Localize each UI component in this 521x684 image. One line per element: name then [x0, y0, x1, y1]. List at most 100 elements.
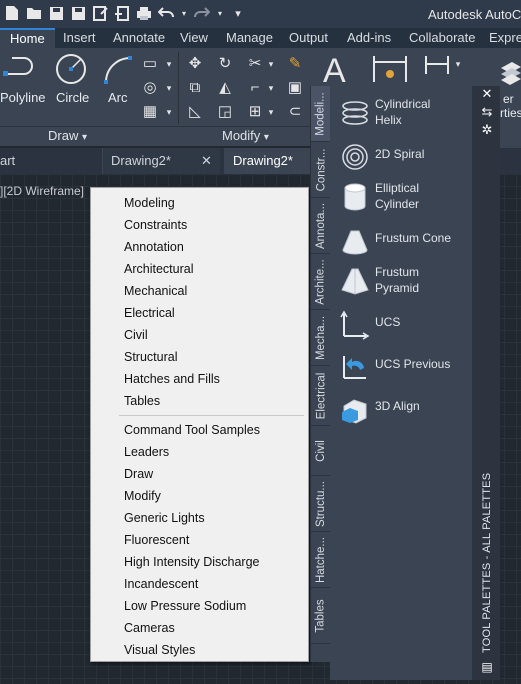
tab-home[interactable]: Home: [0, 28, 55, 48]
save-as-icon[interactable]: [70, 5, 86, 21]
tab-express[interactable]: Expres: [489, 28, 521, 48]
tab-view[interactable]: View: [180, 28, 208, 48]
menu-item-tables[interactable]: Tables: [124, 392, 160, 410]
tab-insert[interactable]: Insert: [63, 28, 96, 48]
tab-add-ins[interactable]: Add-ins: [347, 28, 391, 48]
viewport-label[interactable]: ][2D Wireframe]: [0, 184, 84, 198]
polyline-icon[interactable]: [2, 54, 42, 86]
redo-dropdown-icon[interactable]: ▾: [216, 5, 224, 21]
trim-dropdown-icon[interactable]: ▾: [262, 56, 280, 72]
properties-icon[interactable]: ✲: [480, 123, 494, 137]
arc-button[interactable]: Arc: [108, 90, 128, 105]
circle-button[interactable]: Circle: [56, 90, 89, 105]
plot-icon[interactable]: [136, 5, 152, 21]
panel-title-modify[interactable]: Modify ▾: [222, 128, 269, 143]
save-icon[interactable]: [48, 5, 64, 21]
share-icon[interactable]: [114, 5, 130, 21]
tab-output[interactable]: Output: [289, 28, 328, 48]
hatch-dropdown-icon[interactable]: ▾: [160, 104, 178, 120]
palette-item-ucs[interactable]: UCS: [330, 306, 472, 346]
menu-item-incandescent[interactable]: Incandescent: [124, 575, 198, 593]
polyline-button[interactable]: Polyline: [0, 90, 46, 105]
palette-tab-structural[interactable]: Structu...: [311, 476, 331, 532]
auto-hide-icon[interactable]: ⇆: [480, 105, 494, 119]
tab-manage[interactable]: Manage: [226, 28, 273, 48]
erase-icon[interactable]: ✎: [286, 56, 304, 72]
tab-annotate[interactable]: Annotate: [113, 28, 165, 48]
menu-item-cameras[interactable]: Cameras: [124, 619, 175, 637]
palette-tab-modeling[interactable]: Modeli...: [311, 86, 331, 142]
menu-item-leaders[interactable]: Leaders: [124, 443, 169, 461]
offset-icon[interactable]: ⊂: [286, 104, 304, 120]
menu-item-mechanical[interactable]: Mechanical: [124, 282, 187, 300]
palette-tab-tables[interactable]: Tables: [311, 588, 331, 644]
open-web-icon[interactable]: [92, 5, 108, 21]
doc-tab-drawing2-b[interactable]: Drawing2*: [224, 148, 320, 174]
menu-item-low-pressure-sodium[interactable]: Low Pressure Sodium: [124, 597, 246, 615]
menu-item-hatches-and-fills[interactable]: Hatches and Fills: [124, 370, 220, 388]
close-icon[interactable]: ✕: [480, 87, 494, 101]
menu-item-modeling[interactable]: Modeling: [124, 194, 175, 212]
arc-icon[interactable]: [102, 54, 136, 86]
doc-tab-drawing2-a[interactable]: Drawing2* ✕: [102, 148, 220, 174]
layer-properties-icon[interactable]: [500, 54, 521, 86]
customize-qat-icon[interactable]: ▾: [230, 5, 246, 21]
palette-tab-electrical[interactable]: Electrical: [311, 366, 331, 426]
array-dropdown-icon[interactable]: ▾: [262, 104, 280, 120]
palette-tab-constraints[interactable]: Constr...: [311, 142, 331, 198]
scale-icon[interactable]: ◲: [216, 104, 234, 120]
palette-tab-mechanical[interactable]: Mecha...: [311, 310, 331, 366]
palette-item-frustum-pyramid[interactable]: Frustum Pyramid: [330, 262, 472, 302]
undo-icon[interactable]: [158, 5, 174, 21]
palette-menu-icon[interactable]: ▤: [480, 660, 494, 674]
copy-icon[interactable]: ⧉: [186, 80, 204, 96]
tab-collaborate[interactable]: Collaborate: [409, 28, 476, 48]
menu-item-command-tool-samples[interactable]: Command Tool Samples: [124, 421, 260, 439]
ellipse-dropdown-icon[interactable]: ▾: [160, 80, 178, 96]
menu-item-high-intensity-discharge[interactable]: High Intensity Discharge: [124, 553, 259, 571]
fillet-dropdown-icon[interactable]: ▾: [262, 80, 280, 96]
cone-icon: [342, 230, 368, 255]
mirror-icon[interactable]: ◭: [216, 80, 234, 96]
palette-item-2d-spiral[interactable]: 2D Spiral: [330, 138, 472, 178]
hatch-icon[interactable]: ▦: [141, 104, 159, 120]
leader-dropdown-icon[interactable]: ▾: [449, 56, 467, 72]
stretch-icon[interactable]: ◺: [186, 104, 204, 120]
dimension-icon[interactable]: [372, 54, 408, 84]
rotate-icon[interactable]: ↻: [216, 56, 234, 72]
palette-tab-hatches[interactable]: Hatche...: [311, 532, 331, 588]
menu-item-visual-styles[interactable]: Visual Styles: [124, 641, 195, 659]
ellipse-icon[interactable]: ◎: [141, 80, 159, 96]
menu-item-fluorescent[interactable]: Fluorescent: [124, 531, 189, 549]
palette-item-elliptical-cylinder[interactable]: Elliptical Cylinder: [330, 178, 472, 218]
menu-item-architectural[interactable]: Architectural: [124, 260, 193, 278]
palette-tab-architectural[interactable]: Archite...: [311, 254, 331, 310]
close-icon[interactable]: ✕: [201, 148, 212, 174]
undo-dropdown-icon[interactable]: ▾: [180, 5, 188, 21]
menu-item-electrical[interactable]: Electrical: [124, 304, 175, 322]
panel-title-draw[interactable]: Draw ▾: [48, 128, 87, 143]
menu-item-draw[interactable]: Draw: [124, 465, 153, 483]
palette-tab-civil[interactable]: Civil: [311, 426, 331, 476]
move-icon[interactable]: ✥: [186, 56, 204, 72]
palette-tab-annotation[interactable]: Annota...: [311, 198, 331, 254]
open-folder-icon[interactable]: [26, 5, 42, 21]
menu-item-constraints[interactable]: Constraints: [124, 216, 187, 234]
palette-item-cylindrical-helix[interactable]: Cylindrical Helix: [330, 94, 472, 134]
menu-item-generic-lights[interactable]: Generic Lights: [124, 509, 205, 527]
rectangle-dropdown-icon[interactable]: ▾: [160, 56, 178, 72]
palette-item-3d-align[interactable]: 3D Align: [330, 390, 472, 430]
palette-item-ucs-previous[interactable]: UCS Previous: [330, 348, 472, 388]
circle-icon[interactable]: [54, 52, 88, 86]
rectangle-icon[interactable]: ▭: [141, 56, 159, 72]
doc-tab-start[interactable]: art: [0, 148, 15, 174]
leader-icon[interactable]: [424, 54, 450, 76]
menu-item-modify[interactable]: Modify: [124, 487, 161, 505]
new-file-icon[interactable]: [4, 5, 20, 21]
explode-icon[interactable]: ▣: [286, 80, 304, 96]
menu-item-annotation[interactable]: Annotation: [124, 238, 184, 256]
menu-item-structural[interactable]: Structural: [124, 348, 178, 366]
redo-icon[interactable]: [194, 5, 210, 21]
palette-item-frustum-cone[interactable]: Frustum Cone: [330, 222, 472, 262]
menu-item-civil[interactable]: Civil: [124, 326, 148, 344]
